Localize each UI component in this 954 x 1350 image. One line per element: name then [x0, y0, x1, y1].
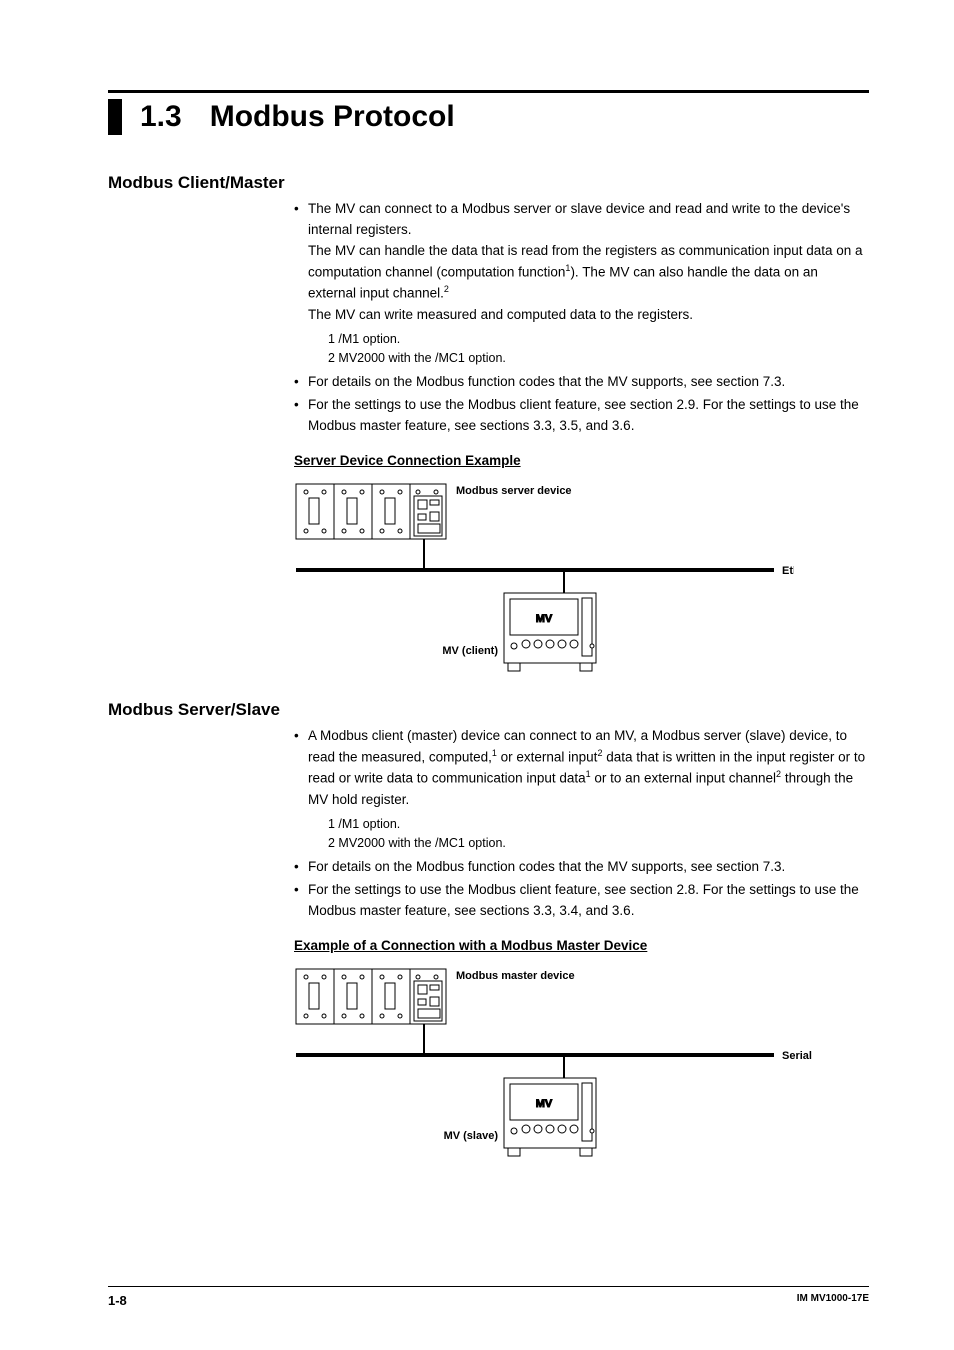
label-top-b: Modbus master device — [456, 970, 575, 982]
page-number: 1-8 — [108, 1293, 127, 1308]
subsection-title-client-master: Modbus Client/Master — [108, 173, 869, 193]
label-device-b: MV — [536, 1098, 553, 1110]
superscript-2: 2 — [444, 284, 449, 294]
section-number: 1.3 — [140, 99, 182, 135]
section-b-bullet-3: For the settings to use the Modbus clien… — [294, 880, 869, 922]
label-top-a: Modbus server device — [456, 485, 572, 497]
section-title: Modbus Protocol — [210, 99, 455, 135]
label-role-a: MV (client) — [442, 645, 498, 657]
label-network-a: Ethernet — [782, 565, 794, 577]
label-device-a: MV — [536, 613, 553, 625]
subsection-title-server-slave: Modbus Server/Slave — [108, 700, 869, 720]
section-b-bullet-2: For details on the Modbus function codes… — [294, 857, 869, 878]
diagram-a-title: Server Device Connection Example — [294, 451, 869, 472]
footnote-2: 2 MV2000 with the /MC1 option. — [328, 834, 869, 853]
label-network-b: Serial communication — [782, 1050, 814, 1062]
section-b-bullet-1: A Modbus client (master) device can conn… — [294, 726, 869, 853]
section-b-body: A Modbus client (master) device can conn… — [294, 726, 869, 1163]
text: The MV can write measured and computed d… — [308, 307, 693, 322]
diagram-b: Modbus master device Serial communicatio… — [294, 963, 869, 1163]
label-role-b: MV (slave) — [444, 1130, 499, 1142]
doc-id: IM MV1000-17E — [797, 1293, 869, 1308]
diagram-a: Modbus server device Ethernet MV — [294, 478, 869, 678]
section-a-bullet-3: For the settings to use the Modbus clien… — [294, 395, 869, 437]
section-a-bullet-2: For details on the Modbus function codes… — [294, 372, 869, 393]
text: or to an external input channel — [591, 771, 776, 786]
footnote-2: 2 MV2000 with the /MC1 option. — [328, 349, 869, 368]
section-a-body: The MV can connect to a Modbus server or… — [294, 199, 869, 678]
footnote-1: 1 /M1 option. — [328, 815, 869, 834]
diagram-b-title: Example of a Connection with a Modbus Ma… — [294, 936, 869, 957]
section-a-bullet-1: The MV can connect to a Modbus server or… — [294, 199, 869, 368]
text: The MV can connect to a Modbus server or… — [308, 201, 850, 237]
footnote-1: 1 /M1 option. — [328, 330, 869, 349]
section-heading: 1.3 Modbus Protocol — [108, 90, 869, 135]
text: or external input — [497, 749, 598, 764]
heading-block — [108, 99, 122, 135]
page-footer: 1-8 IM MV1000-17E — [108, 1286, 869, 1308]
